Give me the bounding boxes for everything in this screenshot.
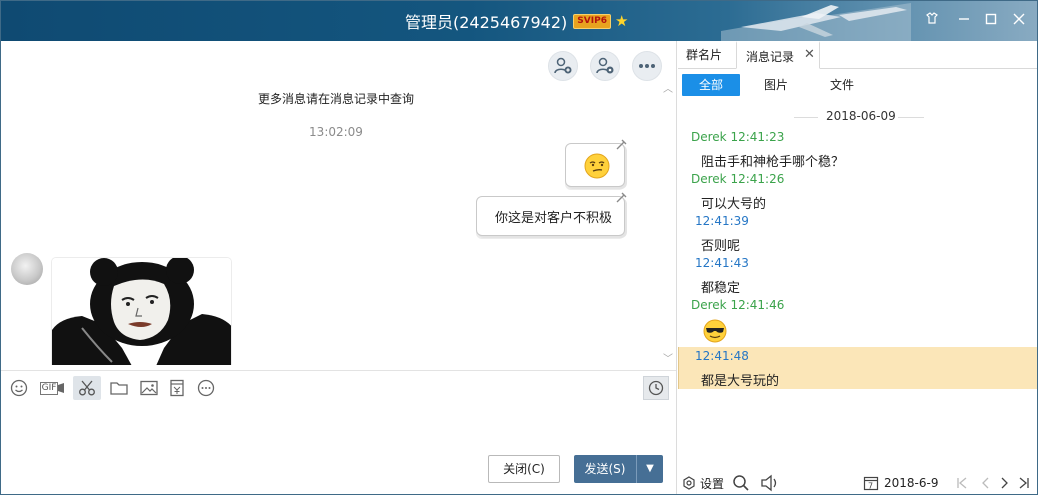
last-page-icon (1019, 477, 1029, 489)
prev-page-button[interactable] (980, 473, 990, 493)
volume-icon (761, 474, 777, 492)
avatar[interactable] (11, 253, 43, 285)
record-sender: Derek (691, 172, 727, 186)
tab-group-card[interactable]: 群名片 (686, 41, 722, 69)
record-time: 12:41:23 (730, 130, 785, 144)
tab-close-icon[interactable]: ✕ (804, 41, 815, 69)
record-time: 12:41:39 (695, 214, 749, 228)
filter-files[interactable]: 文件 (830, 74, 854, 96)
smirk-face-icon (584, 153, 610, 179)
pin-icon (616, 139, 627, 150)
tab-label: 群名片 (686, 48, 723, 62)
chevron-down-icon[interactable]: ▼ (637, 455, 663, 483)
message-text: 你这是对客户不积极 (495, 211, 613, 226)
side-panel: 群名片 消息记录 ✕ 全部 图片 文件 2018-06-09 Derek 12:… (678, 41, 1037, 494)
record-text[interactable]: 阻击手和神枪手哪个稳？ (701, 151, 844, 170)
date-label: 2018-06-09 (826, 109, 896, 123)
record-text[interactable]: 否则呢 (701, 235, 740, 254)
emoji-icon[interactable] (7, 376, 31, 400)
side-bottom-bar: 设置 7 2018-6-9 (678, 469, 1037, 494)
close-button[interactable]: 关闭(C) (488, 455, 560, 483)
gif-icon[interactable]: GIF (39, 376, 65, 400)
chat-panel: 更多消息请在消息记录中查询 13:02:09 ︿ ﹀ 你这是对客户不积极 GIF… (1, 41, 677, 494)
record-text[interactable]: 都稳定 (701, 277, 740, 296)
pin-icon (616, 192, 627, 203)
ellipsis-icon (639, 64, 655, 68)
search-icon (733, 475, 749, 491)
first-page-button[interactable] (956, 473, 968, 493)
title-group: 管理员(2425467942) SVIP6 ★ (405, 10, 628, 32)
send-button[interactable]: 发送(S) ▼ (574, 455, 663, 483)
gif-label: GIF (39, 381, 59, 395)
user-gear-icon (596, 57, 614, 74)
scissors-icon[interactable] (73, 376, 101, 400)
side-tabbar: 群名片 消息记录 ✕ (678, 41, 1037, 69)
add-member-button[interactable] (548, 51, 578, 81)
message-bubble-text[interactable]: 你这是对客户不积极 (476, 192, 627, 236)
record-time: 12:41:46 (730, 298, 785, 312)
record-sender: Derek (691, 130, 727, 144)
volume-button[interactable] (760, 473, 780, 493)
more-options-button[interactable] (632, 51, 662, 81)
fighter-jet-skin-icon (721, 1, 911, 41)
settings-label: 设置 (700, 476, 725, 491)
filter-all[interactable]: 全部 (682, 74, 740, 96)
svip-badge: SVIP6 (573, 13, 611, 29)
first-page-icon (957, 477, 967, 489)
record-meta: 12:41:43 (695, 256, 749, 270)
date-picker-value[interactable]: 2018-6-9 (884, 476, 938, 490)
title-bar: 管理员(2425467942) SVIP6 ★ (1, 1, 1037, 41)
next-page-button[interactable] (1000, 473, 1010, 493)
calendar-day: 7 (868, 482, 873, 491)
chat-window: 管理员(2425467942) SVIP6 ★ 更多消息请在消息记录中查询 13… (0, 0, 1038, 495)
record-sender: Derek (691, 298, 727, 312)
member-settings-button[interactable] (590, 51, 620, 81)
folder-icon[interactable] (107, 376, 131, 400)
star-icon: ★ (614, 12, 629, 30)
record-text[interactable]: 都是大号玩的 (701, 370, 779, 389)
record-meta: Derek 12:41:23 (691, 130, 784, 144)
record-time: 12:41:43 (695, 256, 749, 270)
record-time: 12:41:48 (695, 349, 749, 363)
date-separator: 2018-06-09 (678, 109, 1037, 125)
minimize-icon[interactable] (952, 9, 976, 33)
date-picker[interactable]: 7 2018-6-9 (863, 473, 938, 493)
chat-timestamp: 13:02:09 (309, 125, 363, 139)
clock-icon (648, 380, 664, 396)
scroll-up-icon[interactable]: ︿ (663, 85, 673, 95)
tab-label: 消息记录 (746, 50, 795, 64)
settings-button[interactable]: 设置 (682, 473, 724, 493)
record-time: 12:41:26 (730, 172, 785, 186)
last-page-button[interactable] (1018, 473, 1030, 493)
more-history-link[interactable]: 更多消息请在消息记录中查询 (1, 90, 671, 107)
red-packet-icon[interactable] (165, 376, 189, 400)
skin-icon[interactable] (920, 9, 944, 33)
calendar-icon: 7 (863, 476, 879, 491)
send-label[interactable]: 发送(S) (574, 455, 637, 483)
panda-meme-image[interactable] (51, 257, 232, 365)
record-meta: Derek 12:41:26 (691, 172, 784, 186)
more-icon[interactable] (194, 376, 218, 400)
record-text[interactable]: 可以大号的 (701, 193, 766, 212)
close-icon[interactable] (1007, 9, 1031, 33)
cool-sunglasses-face-icon[interactable] (703, 319, 727, 343)
scroll-down-icon[interactable]: ﹀ (663, 355, 673, 365)
record-meta: 12:41:39 (695, 214, 749, 228)
add-user-icon (554, 57, 572, 74)
maximize-icon[interactable] (979, 9, 1003, 33)
chevron-left-icon (982, 477, 989, 489)
record-meta: 12:41:48 (695, 349, 749, 363)
window-title: 管理员(2425467942) (405, 13, 568, 32)
record-meta: Derek 12:41:46 (691, 298, 784, 312)
message-bubble-emoji[interactable] (565, 139, 627, 187)
chevron-right-icon (1001, 477, 1008, 489)
gear-icon (683, 476, 695, 490)
input-toolbar: GIF (1, 370, 676, 405)
image-icon[interactable] (137, 376, 161, 400)
message-history-button[interactable] (643, 376, 669, 400)
search-button[interactable] (732, 473, 750, 493)
filter-images[interactable]: 图片 (764, 74, 788, 96)
